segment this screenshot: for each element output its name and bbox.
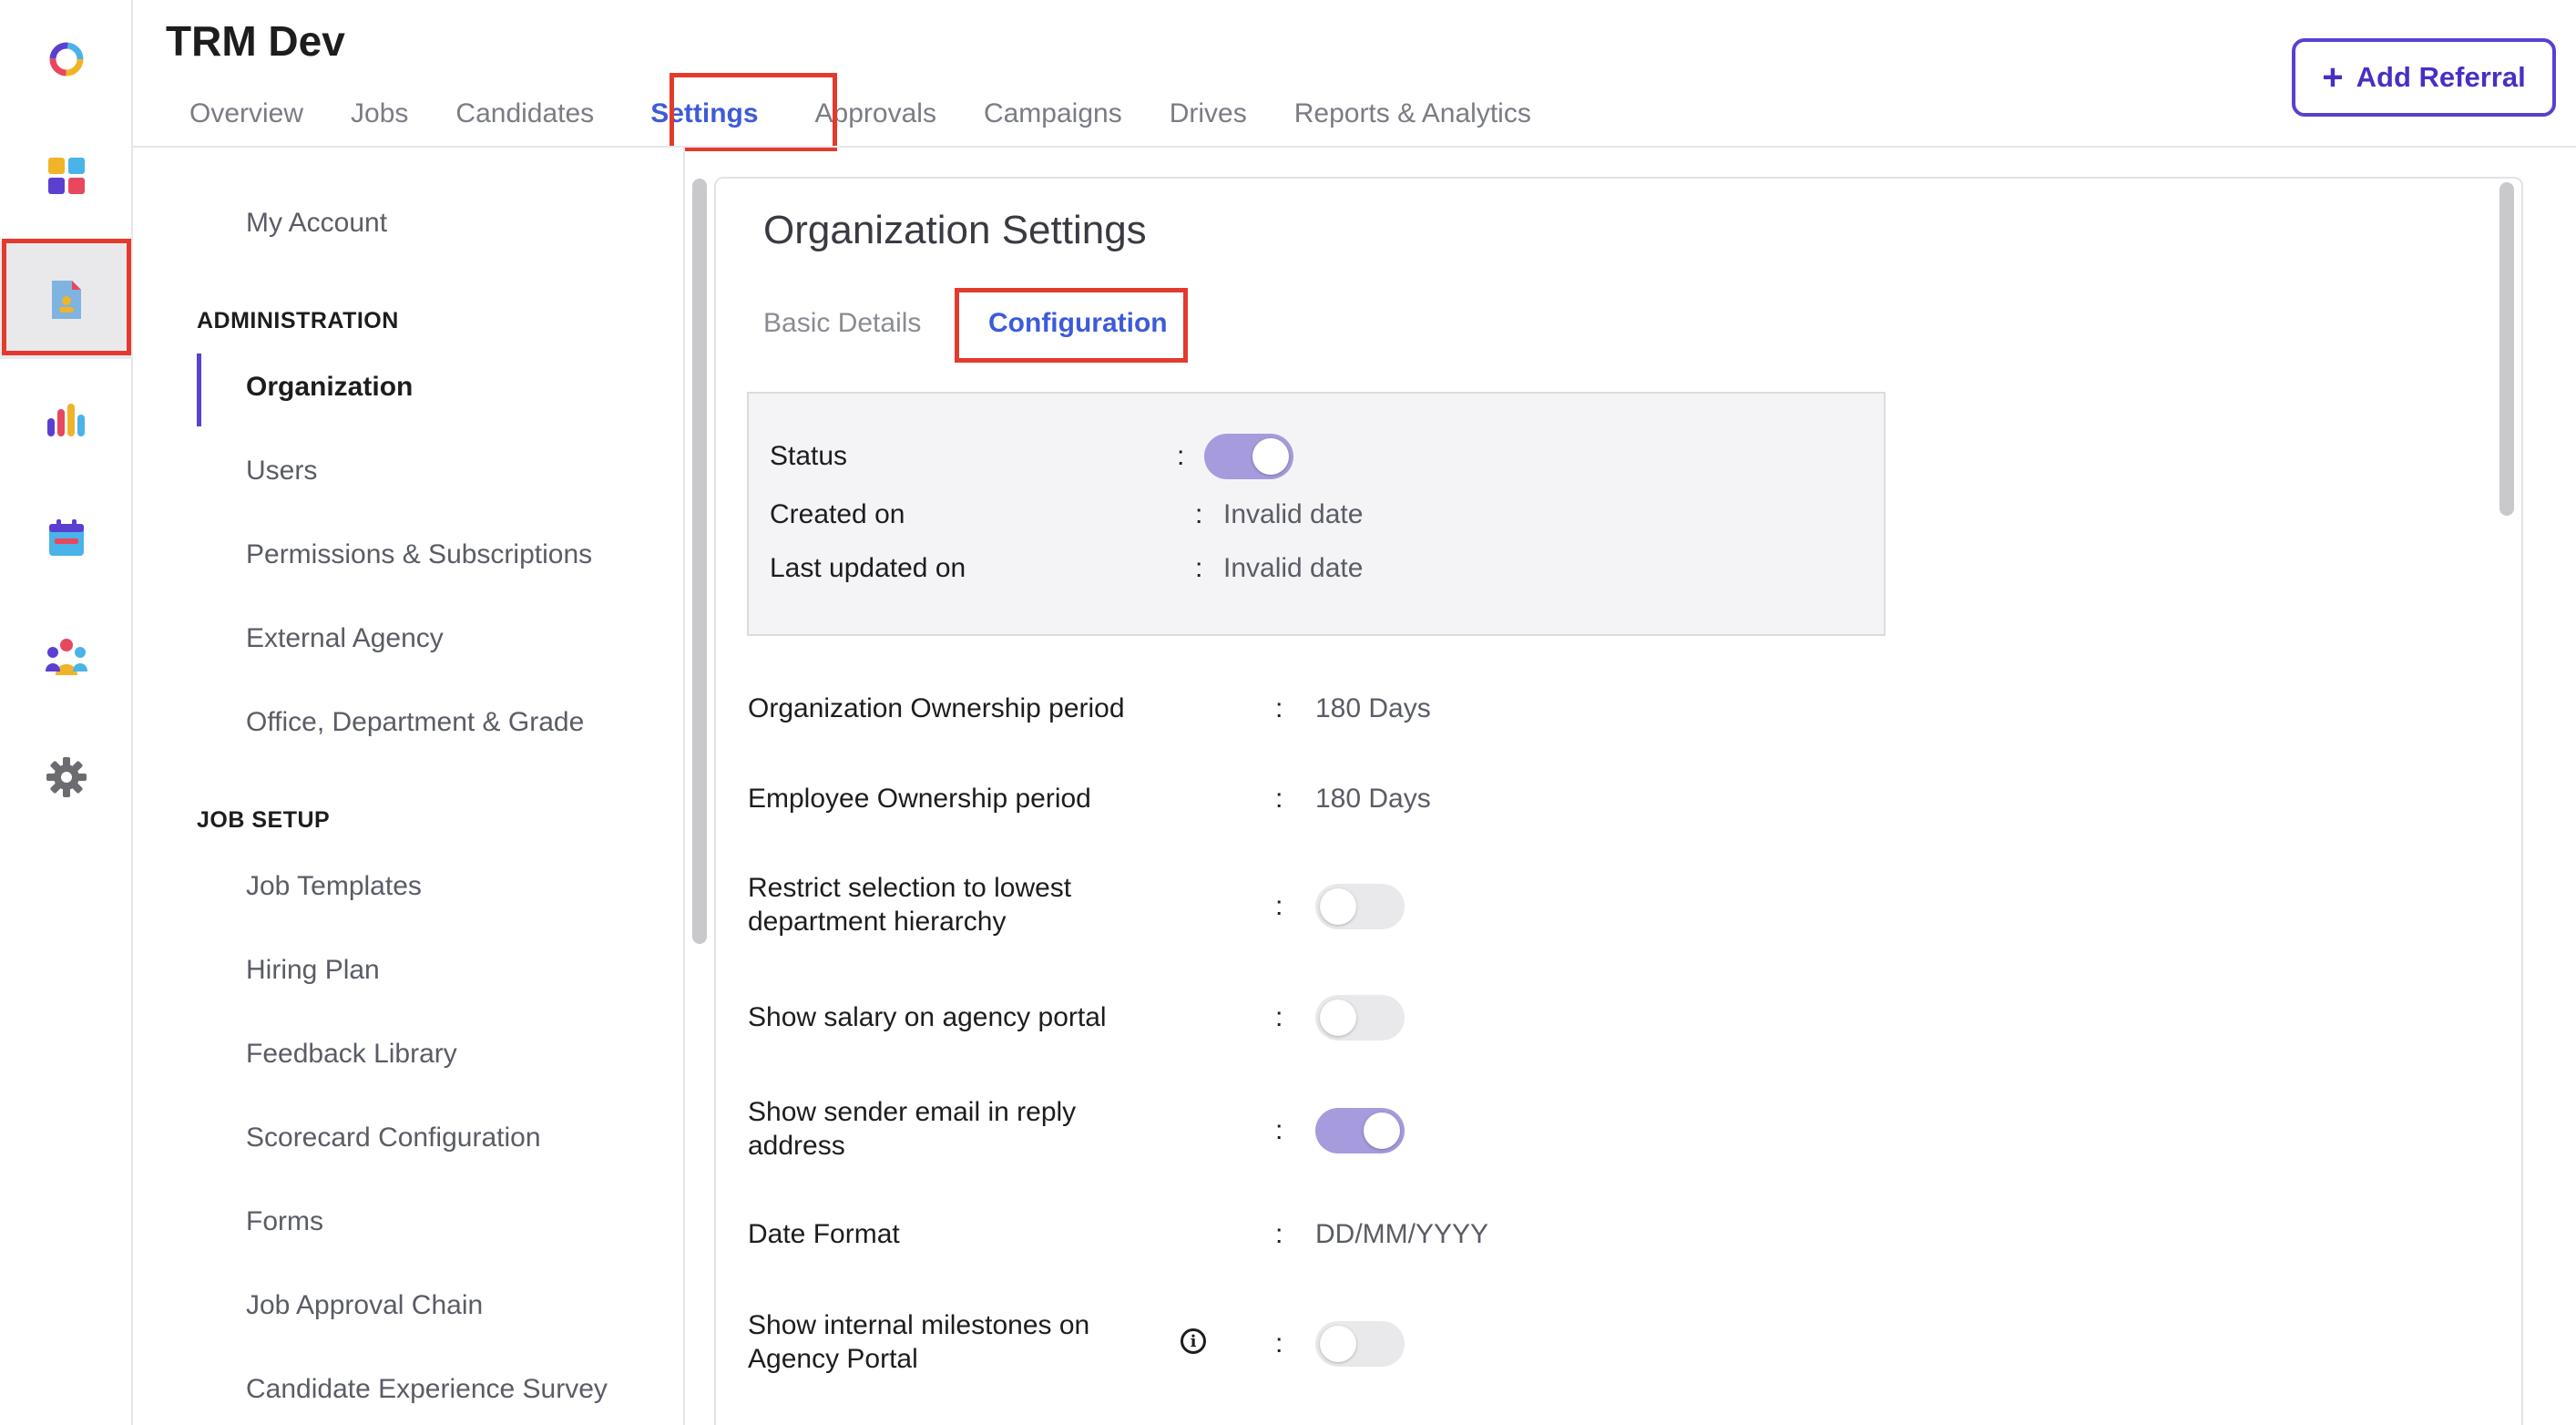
sidebar-item-hiring-plan[interactable]: Hiring Plan	[246, 955, 380, 986]
settings-sidebar: My Account ADMINISTRATION Organization U…	[133, 148, 685, 1425]
sender-email-label-line2: address	[748, 1131, 845, 1161]
toggle-knob	[1364, 1112, 1400, 1149]
add-referral-label: Add Referral	[2356, 61, 2526, 93]
tab-candidates[interactable]: Candidates	[432, 82, 618, 146]
restrict-hierarchy-toggle[interactable]	[1315, 884, 1405, 929]
dashboard-icon[interactable]	[0, 117, 133, 235]
top-tabs: Overview Jobs Candidates Settings Approv…	[166, 82, 1555, 146]
salary-colon: :	[1275, 1002, 1283, 1032]
rail-highlight-box	[2, 239, 131, 355]
org-ownership-label: Organization Ownership period	[748, 693, 1125, 723]
restrict-label-line1: Restrict selection to lowest	[748, 873, 1072, 903]
settings-gear-icon[interactable]	[0, 718, 133, 836]
milestones-label-line1: Show internal milestones on	[748, 1310, 1090, 1340]
tab-drives[interactable]: Drives	[1146, 82, 1271, 146]
calendar-icon[interactable]	[0, 479, 133, 598]
sidebar-item-office-department-grade[interactable]: Office, Department & Grade	[246, 707, 584, 738]
emp-ownership-colon: :	[1275, 784, 1283, 814]
configuration-tab-highlight-box	[955, 288, 1188, 363]
org-ownership-value: 180 Days	[1315, 693, 1431, 723]
org-ownership-colon: :	[1275, 693, 1283, 723]
last-updated-label: Last updated on	[770, 553, 966, 583]
tab-reports-analytics[interactable]: Reports & Analytics	[1271, 82, 1555, 146]
show-salary-toggle[interactable]	[1315, 995, 1405, 1041]
toggle-knob	[1252, 438, 1289, 475]
sidebar-item-external-agency[interactable]: External Agency	[246, 623, 444, 654]
internal-milestones-toggle[interactable]	[1315, 1321, 1405, 1367]
settings-tab-highlight-box	[670, 73, 837, 151]
add-referral-button[interactable]: + Add Referral	[2292, 38, 2556, 117]
sidebar-item-organization[interactable]: Organization	[246, 372, 413, 403]
analytics-icon[interactable]	[0, 361, 133, 479]
restrict-colon: :	[1275, 891, 1283, 921]
sidebar-heading-job-setup: JOB SETUP	[197, 807, 331, 833]
status-colon: :	[1177, 441, 1185, 471]
sidebar-item-my-account[interactable]: My Account	[246, 208, 387, 239]
status-label: Status	[770, 441, 848, 471]
logo-icon[interactable]	[0, 0, 133, 118]
sidebar-item-users[interactable]: Users	[246, 456, 317, 487]
date-format-value: DD/MM/YYYY	[1315, 1219, 1489, 1249]
date-format-colon: :	[1275, 1219, 1283, 1249]
sidebar-scrollbar[interactable]	[692, 179, 707, 944]
sidebar-item-candidate-experience-survey[interactable]: Candidate Experience Survey	[246, 1374, 608, 1405]
sidebar-item-forms[interactable]: Forms	[246, 1206, 323, 1237]
sidebar-item-scorecard-configuration[interactable]: Scorecard Configuration	[246, 1123, 541, 1153]
left-rail	[0, 0, 133, 1425]
app-title: TRM Dev	[166, 17, 345, 65]
emp-ownership-value: 180 Days	[1315, 784, 1431, 814]
toggle-knob	[1320, 1326, 1356, 1362]
sidebar-item-permissions-subscriptions[interactable]: Permissions & Subscriptions	[246, 539, 592, 570]
tab-jobs[interactable]: Jobs	[327, 82, 432, 146]
team-icon[interactable]	[0, 598, 133, 716]
sidebar-item-job-approval-chain[interactable]: Job Approval Chain	[246, 1290, 483, 1321]
tab-overview[interactable]: Overview	[166, 82, 327, 146]
emp-ownership-label: Employee Ownership period	[748, 784, 1091, 814]
plus-icon: +	[2322, 57, 2344, 97]
toggle-knob	[1320, 1000, 1356, 1036]
sender-email-colon: :	[1275, 1115, 1283, 1145]
restrict-label-line2: department hierarchy	[748, 907, 1007, 937]
salary-label: Show salary on agency portal	[748, 1002, 1107, 1032]
created-on-label: Created on	[770, 499, 905, 529]
info-icon[interactable]: i	[1181, 1328, 1206, 1354]
milestones-colon: :	[1275, 1328, 1283, 1358]
last-updated-value: Invalid date	[1223, 553, 1364, 583]
active-indicator	[197, 354, 201, 426]
page-title: Organization Settings	[763, 208, 1147, 252]
sidebar-item-job-templates[interactable]: Job Templates	[246, 871, 422, 902]
subtab-basic-details[interactable]: Basic Details	[763, 308, 921, 339]
tab-campaigns[interactable]: Campaigns	[960, 82, 1146, 146]
status-toggle[interactable]	[1204, 434, 1293, 479]
sidebar-item-feedback-library[interactable]: Feedback Library	[246, 1039, 457, 1070]
sender-email-toggle[interactable]	[1315, 1108, 1405, 1153]
content-scrollbar[interactable]	[2499, 182, 2514, 516]
toggle-knob	[1320, 888, 1356, 925]
date-format-label: Date Format	[748, 1219, 900, 1249]
milestones-label-line2: Agency Portal	[748, 1344, 918, 1374]
last-updated-colon: :	[1195, 553, 1203, 583]
sender-email-label-line1: Show sender email in reply	[748, 1097, 1077, 1127]
created-on-value: Invalid date	[1223, 499, 1364, 529]
sidebar-heading-administration: ADMINISTRATION	[197, 308, 399, 333]
created-on-colon: :	[1195, 499, 1203, 529]
